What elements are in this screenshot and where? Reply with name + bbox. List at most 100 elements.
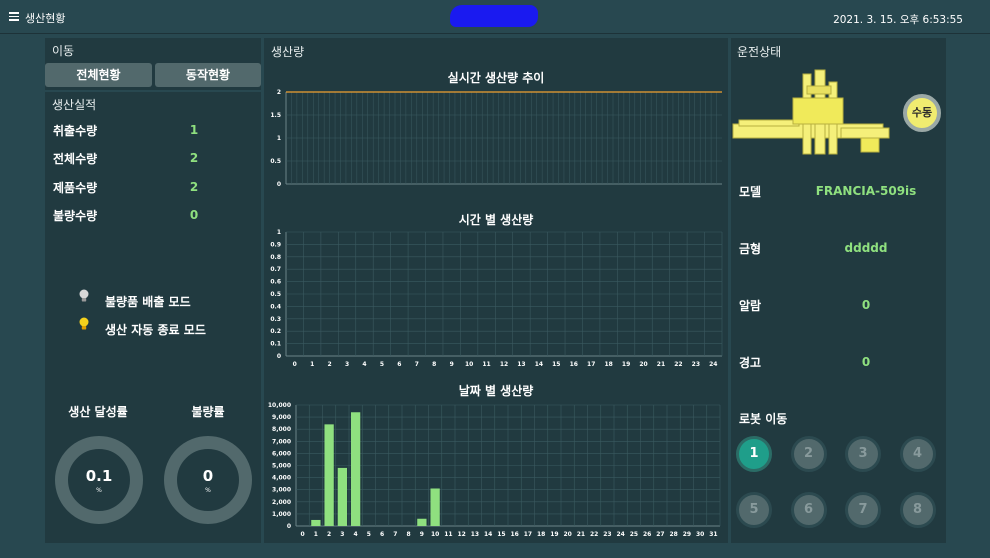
x-tick-label: 18 <box>537 531 545 538</box>
bar <box>311 519 321 526</box>
x-tick-label: 20 <box>639 361 647 368</box>
achievement-rate-value: 0.1 <box>85 467 113 485</box>
x-tick-label: 12 <box>500 361 508 368</box>
total-count-value: 2 <box>189 151 199 165</box>
robot-move-button-7[interactable]: 7 <box>845 492 881 528</box>
robot-move-button-8[interactable]: 8 <box>899 492 936 528</box>
defect-count-value: 0 <box>189 208 199 222</box>
x-tick-label: 2 <box>328 361 332 368</box>
x-tick-label: 10 <box>431 531 439 538</box>
x-tick-label: 22 <box>674 361 682 368</box>
auto-stop-mode-label: 생산 자동 종료 모드 <box>105 323 206 337</box>
pickup-count-label: 취출수량 <box>53 124 98 138</box>
x-tick-label: 27 <box>656 531 664 538</box>
warning-label: 경고 <box>739 356 762 370</box>
x-tick-label: 9 <box>450 361 454 368</box>
y-tick-label: 7,000 <box>272 438 291 445</box>
x-tick-label: 9 <box>420 531 424 538</box>
overview-button[interactable]: 전체현황 <box>45 63 152 87</box>
y-tick-label: 5,000 <box>272 463 291 470</box>
warning-value: 0 <box>861 355 871 369</box>
bar <box>324 424 334 526</box>
robot-move-button-1[interactable]: 1 <box>736 436 772 472</box>
output-title: 생산량 <box>271 45 305 59</box>
status-panel: 운전상태 수동 모델 FRANCIA-509is 금형 ddddd 알람 0 경… <box>731 38 946 543</box>
manual-mode-button[interactable]: 수동 <box>903 94 941 132</box>
x-tick-label: 1 <box>310 361 314 368</box>
y-tick-label: 2 <box>277 89 281 96</box>
x-tick-label: 8 <box>407 531 411 538</box>
mold-value: ddddd <box>844 241 888 255</box>
y-tick-label: 0.9 <box>270 241 281 248</box>
x-tick-label: 23 <box>692 361 700 368</box>
company-logo <box>450 5 538 27</box>
x-tick-label: 6 <box>397 361 401 368</box>
x-tick-label: 16 <box>510 531 518 538</box>
x-tick-label: 13 <box>471 531 479 538</box>
lightbulb-on-icon <box>79 317 89 330</box>
x-tick-label: 12 <box>457 531 465 538</box>
lightbulb-off-icon <box>79 289 89 302</box>
x-tick-label: 7 <box>415 361 419 368</box>
y-tick-label: 2,000 <box>272 499 291 506</box>
robot-arm-icon <box>732 69 890 155</box>
daily-chart-svg: 0 1,000 2,000 3,000 4,000 5,000 6,000 7,000 8,00… <box>268 402 721 538</box>
x-tick-label: 24 <box>709 361 717 368</box>
y-tick-label: 0 <box>277 181 281 188</box>
x-tick-label: 5 <box>367 531 371 538</box>
x-tick-label: 19 <box>622 361 630 368</box>
x-tick-label: 22 <box>590 531 598 538</box>
y-tick-label: 9,000 <box>272 414 291 421</box>
pickup-count-value: 1 <box>189 123 199 137</box>
bar <box>350 412 361 526</box>
x-tick-label: 3 <box>340 531 344 538</box>
alarm-label: 알람 <box>739 299 762 313</box>
production-panel: 생산실적 취출수량 1 전체수량 2 제품수량 2 불량수량 0 불량품 배출 … <box>45 92 261 543</box>
y-tick-label: 0.5 <box>270 291 281 298</box>
top-bar: 생산현황 2021. 3. 15. 오후 6:53:55 <box>0 0 990 34</box>
robot-move-button-4[interactable]: 4 <box>899 436 936 472</box>
alarm-value: 0 <box>861 298 871 312</box>
x-tick-label: 11 <box>482 361 490 368</box>
x-tick-label: 21 <box>577 531 585 538</box>
production-title: 생산실적 <box>52 98 97 112</box>
x-tick-label: 15 <box>497 531 505 538</box>
x-tick-label: 0 <box>301 531 305 538</box>
y-tick-label: 1,000 <box>272 511 291 518</box>
y-tick-label: 0.6 <box>270 279 281 286</box>
x-tick-label: 20 <box>563 531 571 538</box>
robot-move-button-2[interactable]: 2 <box>790 436 827 472</box>
operation-status-button[interactable]: 동작현황 <box>155 63 261 87</box>
y-tick-label: 0.8 <box>270 254 281 261</box>
robot-move-button-6[interactable]: 6 <box>790 492 827 528</box>
hourly-chart: 시간 별 생산량 0 0.1 0.2 0.3 0.4 0.5 0.6 0.7 0.8 0.9 1 0 1… <box>264 208 728 378</box>
x-tick-label: 28 <box>669 531 677 538</box>
y-tick-label: 0.5 <box>270 158 281 165</box>
product-count-label: 제품수량 <box>53 181 98 195</box>
nav-panel: 이동 전체현황 동작현황 <box>45 38 261 90</box>
x-tick-label: 29 <box>683 531 691 538</box>
output-panel: 생산량 실시간 생산량 추이 0 0.5 1 1.5 2 시간 별 생산량 0 0.1 0.… <box>264 38 728 543</box>
x-tick-label: 14 <box>535 361 543 368</box>
robot-move-button-5[interactable]: 5 <box>736 492 772 528</box>
x-tick-label: 17 <box>587 361 595 368</box>
y-tick-label: 6,000 <box>272 450 291 457</box>
x-tick-label: 24 <box>616 531 624 538</box>
y-tick-label: 0 <box>277 353 281 360</box>
y-tick-label: 0 <box>287 523 291 530</box>
x-tick-label: 10 <box>465 361 473 368</box>
achievement-rate-unit: % <box>96 487 102 494</box>
y-tick-label: 3,000 <box>272 487 291 494</box>
bar <box>430 488 440 526</box>
defect-rate-label: 불량률 <box>191 405 225 419</box>
achievement-rate-gauge: 0.1 % <box>55 436 143 524</box>
x-tick-label: 0 <box>293 361 297 368</box>
model-label: 모델 <box>739 185 762 199</box>
robot-move-button-3[interactable]: 3 <box>845 436 881 472</box>
hamburger-menu-icon[interactable] <box>9 12 19 21</box>
realtime-chart: 실시간 생산량 추이 0 0.5 1 1.5 2 <box>264 66 728 196</box>
daily-chart: 날짜 별 생산량 0 1,000 2,000 3,000 4,000 5,000 6,000… <box>264 380 728 543</box>
y-tick-label: 4,000 <box>272 475 291 482</box>
bar <box>337 467 348 526</box>
x-tick-label: 13 <box>517 361 525 368</box>
